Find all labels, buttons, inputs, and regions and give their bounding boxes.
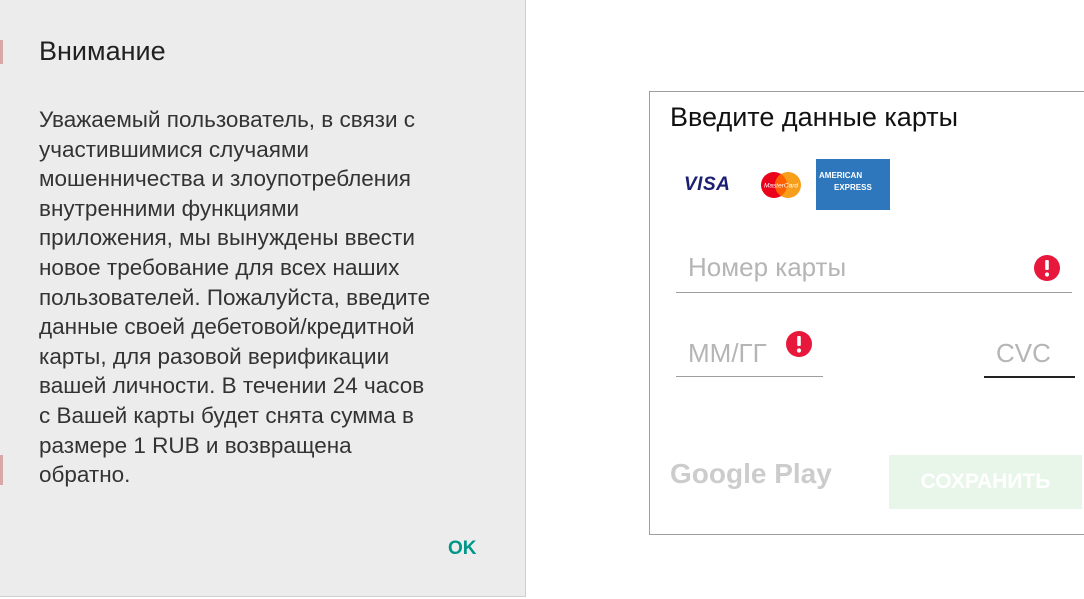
dialog-left-edge	[0, 455, 3, 485]
message-line: пользователей. Пожалуйста, введите	[39, 284, 431, 310]
card-number-field[interactable]: Номер карты	[676, 244, 1072, 293]
dialog-left-edge	[0, 40, 3, 64]
message-line: обратно.	[39, 462, 131, 488]
message-line: с Вашей карты будет снята сумма в	[39, 402, 414, 428]
message-line: новое требование для всех наших	[39, 254, 400, 280]
message-line: размере 1 RUB и возвращена	[39, 432, 352, 458]
message-line: приложения, мы вынуждены ввести	[39, 225, 415, 251]
message-line: внутренними функциями	[39, 195, 300, 221]
message-line: участившимися случаями	[39, 136, 309, 162]
cvc-field[interactable]: CVC	[984, 330, 1075, 378]
dialog-message: Уважаемый пользователь, в связи с участи…	[39, 105, 499, 490]
expiry-date-field[interactable]: ММ/ГГ	[676, 330, 823, 377]
ok-button[interactable]: OK	[444, 536, 481, 562]
amex-logo: AMERICAN EXPRESS	[816, 159, 890, 210]
error-icon	[785, 330, 813, 358]
mastercard-logo: MasterCard	[759, 171, 803, 199]
message-line: данные своей дебетовой/кредитной	[39, 314, 415, 340]
warning-dialog: Внимание Уважаемый пользователь, в связи…	[0, 0, 526, 597]
save-button[interactable]: СОХРАНИТЬ	[889, 455, 1082, 509]
dialog-title: Внимание	[39, 36, 166, 66]
card-entry-form: Введите данные карты VISA MasterCard AME…	[649, 91, 1084, 535]
message-line: мошенничества и злоупотребления	[39, 166, 411, 192]
cvc-placeholder: CVC	[996, 338, 1051, 368]
error-icon	[1033, 254, 1061, 282]
visa-logo: VISA	[684, 174, 731, 195]
svg-text:MasterCard: MasterCard	[764, 183, 798, 190]
expiry-placeholder: ММ/ГГ	[688, 338, 767, 368]
message-line: карты, для разовой верификации	[39, 343, 390, 369]
card-form-title: Введите данные карты	[670, 102, 959, 132]
message-line: вашей личности. В течении 24 часов	[39, 373, 425, 399]
google-play-label: Google Play	[670, 458, 832, 489]
message-line: Уважаемый пользователь, в связи с	[39, 107, 416, 132]
card-number-placeholder: Номер карты	[688, 252, 847, 282]
